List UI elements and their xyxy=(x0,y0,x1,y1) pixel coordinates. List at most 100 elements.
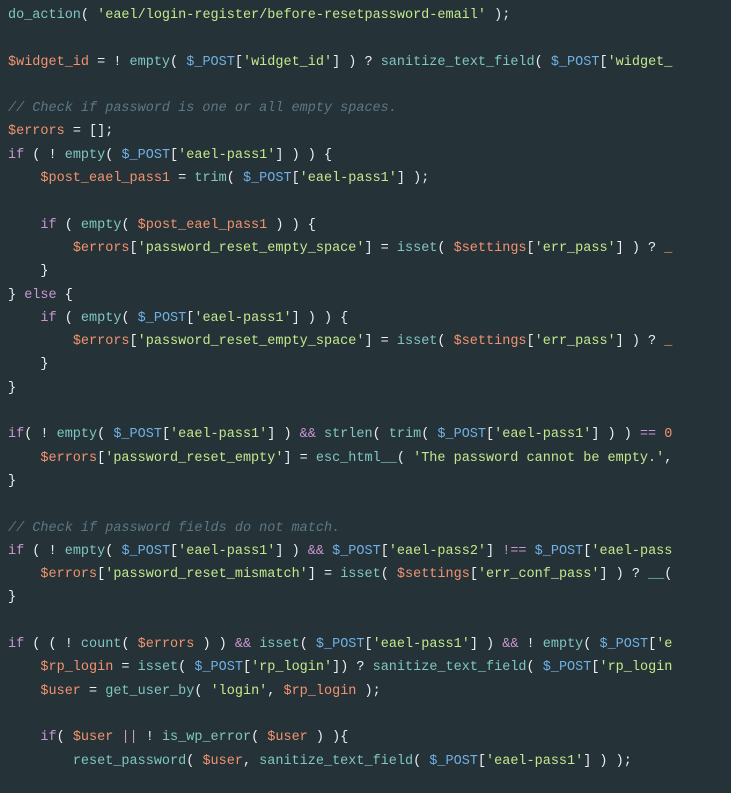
code-token: if xyxy=(8,148,24,163)
code-token: ]) ? xyxy=(332,660,373,675)
code-line: reset_password( $user, sanitize_text_fie… xyxy=(8,750,723,773)
code-token: if xyxy=(8,427,24,442)
code-token: ] ) xyxy=(267,427,299,442)
code-token: 'password_reset_mismatch' xyxy=(105,567,308,582)
code-token: if xyxy=(40,218,56,233)
code-line: if ( ( ! count( $errors ) ) && isset( $_… xyxy=(8,633,723,656)
code-token: !== xyxy=(502,544,526,559)
code-token: ( xyxy=(421,427,437,442)
code-line xyxy=(8,493,723,516)
code-token: $_POST xyxy=(437,427,486,442)
code-token: && xyxy=(300,427,316,442)
code-line: $errors['password_reset_empty_space'] = … xyxy=(8,330,723,353)
code-token: $_POST xyxy=(121,544,170,559)
code-token: 'err_conf_pass' xyxy=(478,567,600,582)
code-token: 'password_reset_empty' xyxy=(105,451,283,466)
code-token: ( xyxy=(227,171,243,186)
code-token: } xyxy=(8,264,49,279)
code-token: trim xyxy=(194,171,226,186)
code-token: [ xyxy=(599,55,607,70)
code-token: [ xyxy=(381,544,389,559)
code-token: $_POST xyxy=(599,637,648,652)
code-line: do_action( 'eael/login-register/before-r… xyxy=(8,4,723,27)
code-token: ( ! xyxy=(24,427,56,442)
code-token: ( xyxy=(527,660,543,675)
code-token: isset xyxy=(138,660,179,675)
code-token: empty xyxy=(65,544,106,559)
code-line xyxy=(8,703,723,726)
code-token: 'password_reset_empty_space' xyxy=(138,241,365,256)
code-token xyxy=(8,334,73,349)
code-token xyxy=(8,754,73,769)
code-token: ( xyxy=(97,427,113,442)
code-token: [ xyxy=(170,148,178,163)
code-token: $errors xyxy=(73,334,130,349)
code-token: ] ) ? xyxy=(616,334,665,349)
code-token: 'eael-pass xyxy=(591,544,672,559)
code-token: isset xyxy=(397,334,438,349)
code-token: empty xyxy=(543,637,584,652)
code-token: $errors xyxy=(40,451,97,466)
code-token: $settings xyxy=(454,241,527,256)
code-token: empty xyxy=(130,55,171,70)
code-token: empty xyxy=(65,148,106,163)
code-token: count xyxy=(81,637,122,652)
code-token: 'widget_id' xyxy=(243,55,332,70)
code-token: 'e xyxy=(656,637,672,652)
code-token xyxy=(8,684,40,699)
code-token: ( xyxy=(81,8,97,23)
code-token: { xyxy=(57,288,73,303)
code-token: } xyxy=(8,474,16,489)
code-token: ( xyxy=(373,427,389,442)
code-token xyxy=(324,544,332,559)
code-token: , xyxy=(664,451,672,466)
code-token: if xyxy=(40,311,56,326)
code-token: sanitize_text_field xyxy=(259,754,413,769)
code-token: [ xyxy=(292,171,300,186)
code-token: [ xyxy=(365,637,373,652)
code-token: [ xyxy=(527,334,535,349)
code-token: = xyxy=(170,171,194,186)
code-token: [ xyxy=(470,567,478,582)
code-token: $errors xyxy=(8,124,65,139)
code-token: _ xyxy=(664,334,672,349)
code-token: isset xyxy=(340,567,381,582)
code-token: ] ) ? xyxy=(599,567,648,582)
code-token: || xyxy=(121,730,137,745)
code-token: ( ! xyxy=(24,544,65,559)
code-token: ] = xyxy=(364,241,396,256)
code-token: ( xyxy=(381,567,397,582)
code-token: [ xyxy=(527,241,535,256)
code-token: $user xyxy=(40,684,81,699)
code-token: ); xyxy=(486,8,510,23)
code-token: _ xyxy=(664,241,672,256)
code-line xyxy=(8,610,723,633)
code-token: && xyxy=(308,544,324,559)
code-token: if xyxy=(40,730,56,745)
code-token xyxy=(8,241,73,256)
code-token: ] ) xyxy=(470,637,502,652)
code-line xyxy=(8,400,723,423)
code-token: ( xyxy=(251,730,267,745)
code-editor[interactable]: do_action( 'eael/login-register/before-r… xyxy=(0,0,731,781)
code-token: $_POST xyxy=(121,148,170,163)
code-token: $rp_login xyxy=(283,684,356,699)
code-token: $_POST xyxy=(194,660,243,675)
code-token: 'rp_login xyxy=(599,660,672,675)
code-line: $rp_login = isset( $_POST['rp_login']) ?… xyxy=(8,656,723,679)
code-token: } xyxy=(8,288,24,303)
code-token: ] ) ? xyxy=(332,55,381,70)
code-token: ] ) ) xyxy=(591,427,640,442)
code-token: $_POST xyxy=(113,427,162,442)
code-line: if ( empty( $_POST['eael-pass1'] ) ) { xyxy=(8,307,723,330)
code-token: empty xyxy=(57,427,98,442)
code-token: $settings xyxy=(454,334,527,349)
code-line: $errors['password_reset_mismatch'] = iss… xyxy=(8,563,723,586)
code-token: 'password_reset_empty_space' xyxy=(138,334,365,349)
code-token: ( xyxy=(57,218,81,233)
code-token: $errors xyxy=(40,567,97,582)
code-token: ( xyxy=(664,567,672,582)
code-token: ( xyxy=(105,544,121,559)
code-token: ( xyxy=(437,334,453,349)
code-token: ( xyxy=(186,754,202,769)
